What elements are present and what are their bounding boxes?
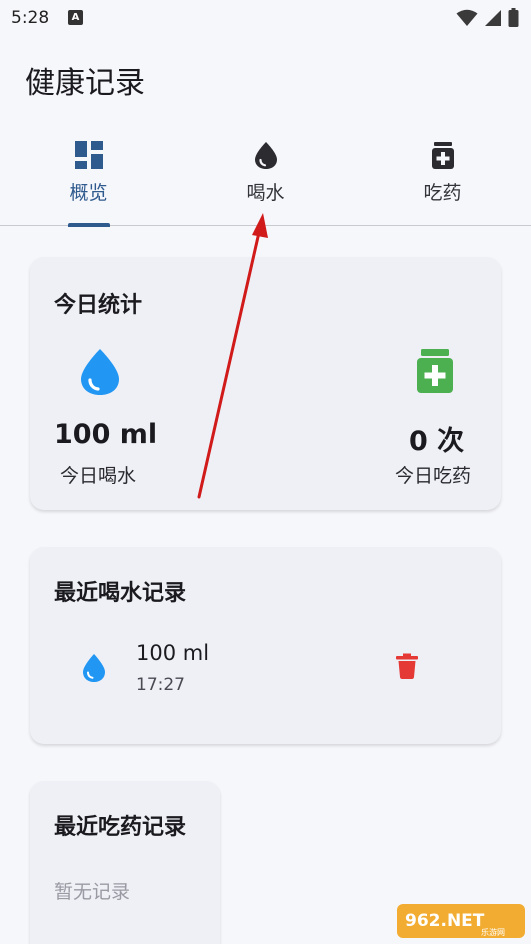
status-time: 5:28: [11, 8, 50, 28]
water-record-amount: 100 ml: [136, 641, 210, 665]
app-title: 健康记录: [25, 66, 145, 101]
medication-icon: [417, 349, 453, 393]
watermark-logo: 962.NET 乐游网: [397, 904, 525, 938]
dashboard-icon: [74, 141, 103, 169]
wifi-icon: [456, 9, 478, 26]
tab-medicine[interactable]: 吃药: [354, 130, 531, 226]
watermark-subtext: 乐游网: [481, 927, 505, 937]
water-drop-icon: [254, 142, 277, 169]
tab-medicine-label: 吃药: [423, 182, 462, 204]
tab-active-indicator: [68, 223, 110, 227]
medicine-today-label: 今日吃药: [395, 465, 472, 487]
recent-water-title: 最近喝水记录: [54, 581, 187, 606]
signal-icon: [485, 9, 501, 26]
tab-water-label: 喝水: [246, 182, 285, 204]
status-icons: [456, 8, 519, 27]
notification-icon: A: [68, 10, 83, 25]
recent-medicine-title: 最近吃药记录: [54, 815, 187, 840]
battery-icon: [508, 8, 519, 27]
tab-overview[interactable]: 概览: [0, 130, 177, 227]
medicine-today-value: 0 次: [409, 426, 465, 457]
tab-overview-label: 概览: [69, 182, 108, 204]
tab-water[interactable]: 喝水: [177, 130, 354, 226]
today-stats-card: 今日统计 100 ml 今日喝水 0 次 今日吃药: [30, 257, 501, 510]
medication-icon: [431, 142, 454, 169]
today-stats-title: 今日统计: [54, 293, 143, 318]
water-record-time: 17:27: [136, 675, 185, 695]
water-drop-icon: [81, 349, 119, 395]
water-today-label: 今日喝水: [60, 465, 137, 487]
water-drop-icon: [83, 654, 105, 682]
delete-icon[interactable]: [396, 653, 418, 679]
empty-state-text: 暂无记录: [54, 881, 131, 903]
water-today-value: 100 ml: [54, 419, 158, 450]
recent-water-card: 最近喝水记录 100 ml 17:27: [30, 547, 501, 744]
recent-medicine-card: 最近吃药记录 暂无记录: [30, 781, 220, 944]
status-bar: 5:28 A: [0, 0, 531, 36]
watermark-text: 962.NET: [405, 911, 485, 931]
tab-bar: 概览 喝水 吃药: [0, 130, 531, 227]
